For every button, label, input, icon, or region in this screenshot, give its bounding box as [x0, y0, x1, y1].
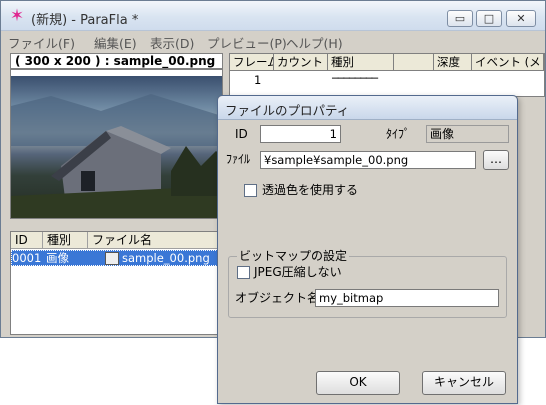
menu-bar: ファイル(F) 編集(E) 表示(D) プレビュー(P) ヘルプ(H) — [1, 31, 545, 51]
image-file-icon — [105, 252, 119, 265]
cancel-button[interactable]: キャンセル — [422, 371, 506, 395]
minimize-button[interactable]: ▭ — [447, 10, 473, 27]
menu-file[interactable]: ファイル(F) — [8, 33, 75, 51]
timeline: フレーム カウント 種別 深度 イベント (メ 1 ──────── — [229, 53, 545, 97]
column-header-id[interactable]: ID — [11, 232, 43, 249]
ok-button[interactable]: OK — [316, 371, 400, 395]
window-title: (新規) - ParaFla * — [31, 13, 139, 28]
id-input[interactable]: 1 — [260, 125, 341, 143]
title-bar[interactable]: ✶ (新規) - ParaFla * ▭ □ ✕ — [1, 1, 545, 31]
dialog-title: ファイルのプロパティ — [225, 103, 350, 118]
timeline-header-event[interactable]: イベント (メ — [472, 54, 544, 71]
type-value: 画像 — [426, 125, 509, 143]
bitmap-group-label: ビットマップの設定 — [237, 248, 350, 264]
column-header-type[interactable]: 種別 — [43, 232, 88, 249]
timeline-header-depth[interactable]: 深度 — [434, 54, 472, 71]
timeline-header-blank[interactable] — [394, 54, 434, 71]
maximize-button[interactable]: □ — [476, 10, 502, 27]
timeline-row[interactable]: 1 ──────── — [230, 72, 544, 90]
bitmap-settings-group: ビットマップの設定 JPEG圧縮しない オブジェクト名 my_bitmap — [228, 248, 507, 318]
menu-help[interactable]: ヘルプ(H) — [286, 33, 343, 51]
transparent-checkbox[interactable] — [244, 184, 257, 197]
file-list: ID 種別 ファイル名 0001 画像 sample_00.png — [10, 231, 223, 335]
file-properties-dialog: ファイルのプロパティ ID 1 ﾀｲﾌﾟ 画像 ﾌｧｲﾙ ¥sample¥sam… — [217, 95, 518, 404]
file-label: ﾌｧｲﾙ — [226, 152, 251, 166]
row-id: 0001 — [12, 251, 42, 265]
minimize-icon: ▭ — [454, 12, 466, 25]
preview-caption: ( 300 x 200 ) : sample_00.png — [10, 53, 223, 69]
timeline-type: ──────── — [332, 72, 378, 85]
jpeg-checkbox[interactable] — [237, 266, 250, 279]
menu-edit[interactable]: 編集(E) — [94, 33, 137, 51]
row-type: 画像 — [46, 251, 69, 265]
app-star-icon: ✶ — [9, 6, 25, 26]
type-label: ﾀｲﾌﾟ — [386, 127, 411, 141]
timeline-header-count[interactable]: カウント — [274, 54, 328, 71]
preview-pane — [10, 69, 223, 219]
dialog-title-bar[interactable]: ファイルのプロパティ — [218, 96, 517, 120]
table-row[interactable]: 0001 画像 sample_00.png — [11, 250, 222, 266]
timeline-frame: 1 — [254, 73, 262, 87]
preview-image — [11, 76, 222, 218]
column-header-filename[interactable]: ファイル名 — [88, 232, 222, 249]
object-name-input[interactable]: my_bitmap — [315, 289, 499, 307]
menu-view[interactable]: 表示(D) — [150, 33, 194, 51]
object-name-label: オブジェクト名 — [235, 291, 320, 305]
maximize-icon: □ — [483, 12, 495, 25]
barn-image — [11, 94, 222, 218]
id-label: ID — [235, 127, 248, 141]
close-button[interactable]: ✕ — [506, 10, 536, 27]
jpeg-label: JPEG圧縮しない — [254, 265, 342, 279]
menu-preview[interactable]: プレビュー(P) — [207, 33, 287, 51]
timeline-header-frame[interactable]: フレーム — [230, 54, 274, 71]
row-filename: sample_00.png — [122, 251, 210, 265]
close-icon: ✕ — [516, 12, 526, 25]
file-path-input[interactable]: ¥sample¥sample_00.png — [260, 151, 476, 169]
browse-button[interactable]: … — [483, 150, 509, 170]
transparent-label: 透過色を使用する — [262, 183, 359, 197]
timeline-header-type[interactable]: 種別 — [328, 54, 394, 71]
